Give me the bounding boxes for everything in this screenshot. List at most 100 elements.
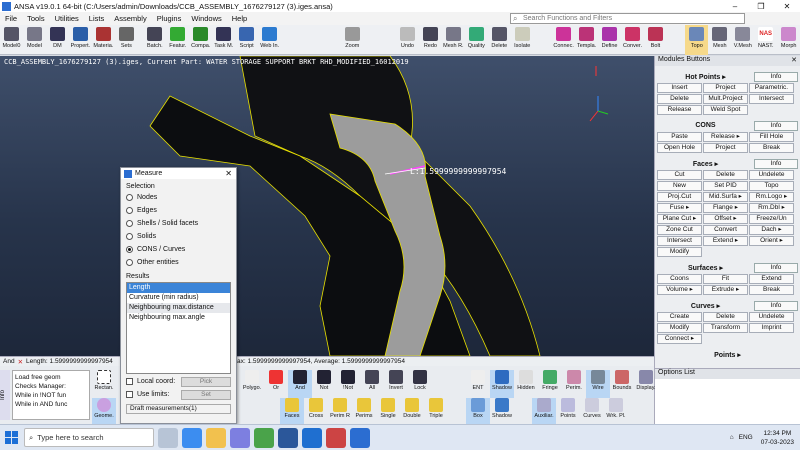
and-button[interactable]: And [288, 370, 312, 398]
release-button[interactable]: Release [657, 105, 702, 115]
cut-button[interactable]: Cut [657, 170, 702, 180]
curves-button[interactable]: Curves [580, 398, 604, 426]
isolate-button[interactable]: Isolate [511, 25, 534, 55]
local-coord-checkbox[interactable] [126, 378, 133, 385]
file-explorer-icon[interactable] [206, 427, 226, 448]
define-button[interactable]: Define [598, 25, 621, 55]
display-options-button[interactable]: Display. [634, 370, 658, 398]
minimize-button[interactable]: – [722, 2, 748, 11]
extrude-button[interactable]: Extrude ▸ [703, 285, 748, 295]
morph-button[interactable]: Morph [777, 25, 800, 55]
task-manager-button[interactable]: Task M. [212, 25, 235, 55]
intersect-button[interactable]: Intersect [749, 94, 794, 104]
radio-other-entities[interactable]: Other entities [121, 256, 236, 269]
offset-button[interactable]: Offset ▸ [703, 214, 748, 224]
feature-button[interactable]: Featur. [166, 25, 189, 55]
sets-button[interactable]: Sets [115, 25, 138, 55]
create-button[interactable]: Create [657, 312, 702, 322]
undo-button[interactable]: Undo [396, 25, 419, 55]
release-button[interactable]: Release ▸ [703, 132, 748, 142]
fringe-view-button[interactable]: Fringe [538, 370, 562, 398]
bounds-view-button[interactable]: Bounds [610, 370, 634, 398]
group-title[interactable]: Surfaces ▸ [657, 264, 754, 272]
freeze-button[interactable]: Freeze/Un [749, 214, 794, 224]
imprint-button[interactable]: Imprint [749, 323, 794, 333]
project-button[interactable]: Project [703, 143, 748, 153]
mult-project-button[interactable]: Mult.Project [703, 94, 748, 104]
shadow-mode-button[interactable]: Shadow [490, 398, 514, 426]
teams-icon[interactable] [230, 427, 250, 448]
pick-button[interactable]: Pick [181, 376, 231, 387]
cross-filter-button[interactable]: Cross [304, 398, 328, 426]
function-search-input[interactable]: ⌕ Search Functions and Filters [510, 13, 745, 24]
web-interface-button[interactable]: Web In. [258, 25, 281, 55]
rm-logo-button[interactable]: Rm.Logo ▸ [749, 192, 794, 202]
compare-button[interactable]: Compa. [189, 25, 212, 55]
fill-hole-button[interactable]: Fill Hole [749, 132, 794, 142]
language-indicator[interactable]: ENG [739, 434, 753, 441]
menu-help[interactable]: Help [227, 14, 252, 23]
menu-tools[interactable]: Tools [22, 14, 50, 23]
outlook-icon[interactable] [302, 427, 322, 448]
network-icon[interactable]: ⌂ [730, 434, 734, 441]
ansa-taskbar-icon[interactable] [350, 427, 370, 448]
draft-measurements-section[interactable]: Draft measurements(1) [126, 404, 231, 414]
parametric-button[interactable]: Parametric. [749, 83, 794, 93]
flange-button[interactable]: Flange ▸ [703, 203, 748, 213]
script-button[interactable]: Script [235, 25, 258, 55]
hidden-view-button[interactable]: Hidden [514, 370, 538, 398]
use-limits-checkbox[interactable] [126, 391, 133, 398]
maximize-button[interactable]: ❐ [748, 2, 774, 11]
radio-edges[interactable]: Edges [121, 204, 236, 217]
box-view-button[interactable]: Box [466, 398, 490, 426]
perims-filter-button[interactable]: Perims [352, 398, 376, 426]
menu-assembly[interactable]: Assembly [109, 14, 152, 23]
insert-button[interactable]: Insert [657, 83, 702, 93]
menu-utilities[interactable]: Utilities [50, 14, 84, 23]
intersect-button[interactable]: Intersect [657, 236, 702, 246]
single-filter-button[interactable]: Single [376, 398, 400, 426]
result-length[interactable]: Length [127, 283, 230, 293]
info-side-tab[interactable]: Info [0, 370, 10, 420]
convert-button[interactable]: Convert [703, 225, 748, 235]
nastran-button[interactable]: NAS NAST. [754, 25, 777, 55]
result-curvature[interactable]: Curvature (min radius) [127, 293, 230, 303]
perimeter-view-button[interactable]: Perim. [562, 370, 586, 398]
mesh-button[interactable]: Mesh [708, 25, 731, 55]
fuse-button[interactable]: Fuse ▸ [657, 203, 702, 213]
edge-icon[interactable] [182, 427, 202, 448]
menu-lists[interactable]: Lists [84, 14, 109, 23]
message-console[interactable]: Load free geom Checks Manager: While in … [12, 370, 90, 420]
topo-button[interactable]: Topo [749, 181, 794, 191]
double-filter-button[interactable]: Double [400, 398, 424, 426]
delete-button[interactable]: Delete [657, 94, 702, 104]
volume-button[interactable]: Volume ▸ [657, 285, 702, 295]
coons-button[interactable]: Coons [657, 274, 702, 284]
clock[interactable]: 12:34 PM 07-03-2023 [761, 429, 794, 447]
modify-button[interactable]: Modify [657, 247, 702, 257]
dach-button[interactable]: Dach ▸ [749, 225, 794, 235]
auxiliaries-button[interactable]: Auxiliar. [532, 398, 556, 426]
fit-button[interactable]: Fit [703, 274, 748, 284]
group-title[interactable]: Hot Points ▸ [657, 73, 754, 81]
menu-windows[interactable]: Windows [186, 14, 226, 23]
info-button[interactable]: Info [754, 300, 798, 311]
info-button[interactable]: Info [754, 262, 798, 273]
set-pid-button[interactable]: Set PID [703, 181, 748, 191]
info-button[interactable]: Info [754, 158, 798, 169]
bolt-button[interactable]: Bolt [644, 25, 667, 55]
wire-view-button[interactable]: Wire [586, 370, 610, 398]
connect-button[interactable]: Connect ▸ [657, 334, 702, 344]
open-hole-button[interactable]: Open Hole [657, 143, 702, 153]
modify-button[interactable]: Modify [657, 323, 702, 333]
properties-button[interactable]: Propert. [69, 25, 92, 55]
chrome-icon[interactable] [254, 427, 274, 448]
plane-cut-button[interactable]: Plane Cut ▸ [657, 214, 702, 224]
close-icon[interactable]: ✕ [225, 169, 232, 178]
info-button[interactable]: Info [754, 71, 798, 82]
materials-button[interactable]: Materia. [92, 25, 115, 55]
radio-cons-curves[interactable]: CONS / Curves [121, 243, 236, 256]
taskbar-search-input[interactable]: ⌕ Type here to search [24, 428, 154, 447]
info-button[interactable]: Info [754, 120, 798, 131]
templates-button[interactable]: Templa. [575, 25, 598, 55]
